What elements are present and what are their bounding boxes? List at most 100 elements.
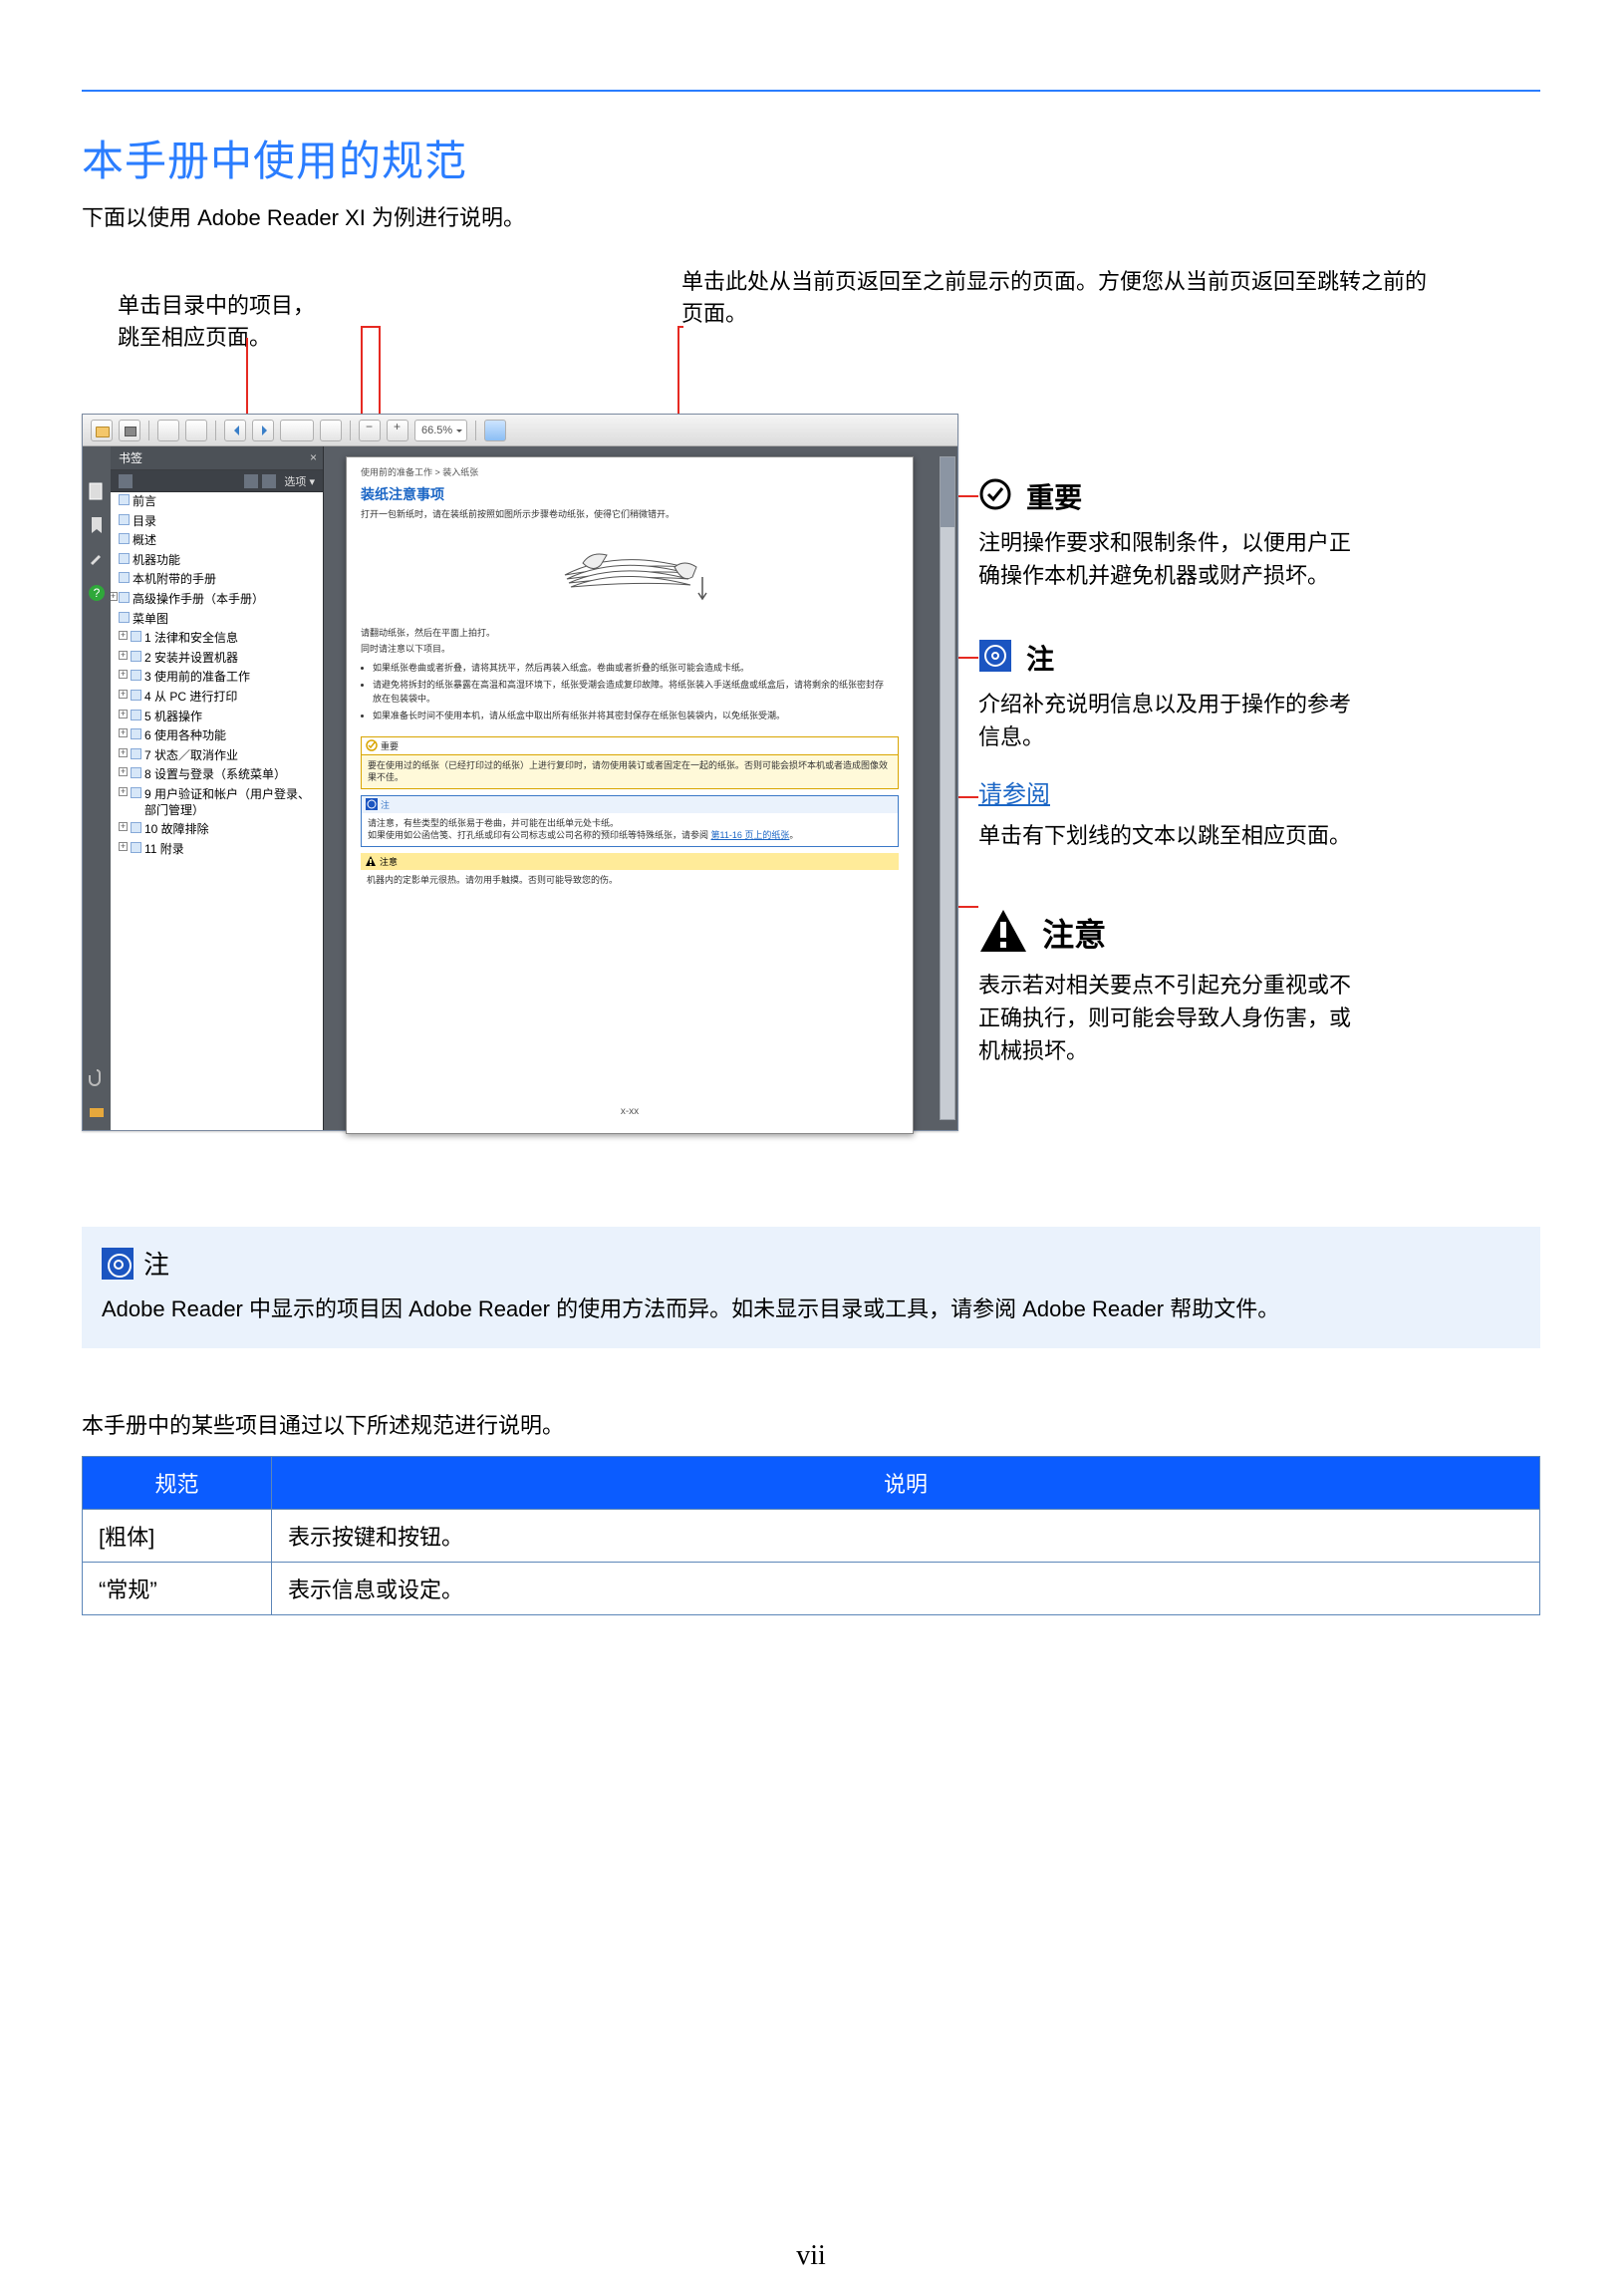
- bookmark-list: 前言目录概述机器功能本机附带的手册+高级操作手册（本手册）菜单图+1 法律和安全…: [111, 492, 323, 1130]
- page-para1: 请翻动纸张，然后在平面上拍打。: [347, 625, 913, 642]
- note-body-inline: 请注意，有些类型的纸张易于卷曲，并可能在出纸单元处卡纸。 如果使用如公函信笺、打…: [362, 813, 898, 846]
- page-note-box: 注 请注意，有些类型的纸张易于卷曲，并可能在出纸单元处卡纸。 如果使用如公函信笺…: [361, 795, 899, 847]
- bookmark-item[interactable]: +3 使用前的准备工作: [111, 668, 323, 688]
- refer-link[interactable]: 请参阅: [978, 781, 1050, 808]
- legend-refer-desc: 单击有下划线的文本以跳至相应页面。: [978, 819, 1357, 852]
- zoom-out-button[interactable]: −: [359, 420, 381, 441]
- note-label-inline: 注: [381, 798, 390, 811]
- reader-toolbar: − + 66.5%: [83, 415, 957, 446]
- svg-text:?: ?: [94, 586, 101, 600]
- zoom-in-button[interactable]: +: [387, 420, 408, 441]
- page-bullets: 如果纸张卷曲或者折叠，请将其抚平，然后再装入纸盒。卷曲或者折叠的纸张可能会造成卡…: [347, 658, 913, 730]
- signatures-icon[interactable]: [88, 550, 106, 568]
- bookmark-item[interactable]: +5 机器操作: [111, 708, 323, 727]
- bookmark-item[interactable]: +8 设置与登录（系统菜单）: [111, 765, 323, 785]
- bookmark-tool-icon[interactable]: [119, 474, 133, 488]
- warning-triangle-icon: [978, 908, 1028, 963]
- legend-important-desc: 注明操作要求和限制条件，以便用户正确操作本机并避免机器或财产损坏。: [978, 526, 1357, 592]
- page-important-box: 重要 要在使用过的纸张（已经打印过的纸张）上进行复印时，请勿使用装订或者固定在一…: [361, 736, 899, 789]
- bookmark-item[interactable]: 本机附带的手册: [111, 570, 323, 590]
- page-nav-button[interactable]: [320, 420, 342, 441]
- bookmark-item[interactable]: +7 状态／取消作业: [111, 746, 323, 766]
- paper-fan-figure: [545, 529, 714, 619]
- explanation-diagram: 单击目录中的项目， 跳至相应页面。 单击此处从当前页返回至之前显示的页面。方便您…: [82, 290, 1540, 1187]
- bookmarks-icon[interactable]: [88, 516, 106, 534]
- bookmark-item[interactable]: 机器功能: [111, 551, 323, 571]
- bookmark-item[interactable]: +2 安装并设置机器: [111, 649, 323, 669]
- bookmark-item[interactable]: +1 法律和安全信息: [111, 629, 323, 649]
- table-intro: 本手册中的某些项目通过以下所述规范进行说明。: [82, 1408, 1540, 1440]
- adobe-reader-window: − + 66.5% ? 书签 ×: [82, 414, 958, 1131]
- page-para2: 同时请注意以下项目。: [347, 641, 913, 658]
- tool-button[interactable]: [484, 420, 506, 441]
- bullet-item: 如果准备长时间不使用本机，请从纸盒中取出所有纸张并将其密封保存在纸张包装袋内，以…: [373, 710, 887, 723]
- open-file-button[interactable]: [91, 420, 113, 441]
- caution-body-inline: 机器内的定影单元很热。请勿用手触摸。否则可能导致您的伤。: [361, 870, 899, 891]
- bookmark-item[interactable]: +高级操作手册（本手册）: [111, 590, 323, 610]
- attachments-icon[interactable]: [88, 1068, 106, 1086]
- adobe-reader-note-box: 注 Adobe Reader 中显示的项目因 Adobe Reader 的使用方…: [82, 1227, 1540, 1348]
- table-cell: 表示信息或设定。: [272, 1563, 1540, 1615]
- share-icon[interactable]: [88, 1102, 106, 1120]
- note-section-text: Adobe Reader 中显示的项目因 Adobe Reader 的使用方法而…: [102, 1292, 1520, 1326]
- page-intro: 打开一包新纸时，请在装纸前按照如图所示步骤卷动纸张，使得它们稍微错开。: [347, 506, 913, 523]
- page-caution-box: 注意 机器内的定影单元很热。请勿用手触摸。否则可能导致您的伤。: [361, 853, 899, 891]
- refer-link-inline[interactable]: 第11-16 页上的纸张: [711, 830, 790, 840]
- pdf-page: 使用前的准备工作 > 装入纸张 装纸注意事项 打开一包新纸时，请在装纸前按照如图…: [346, 456, 914, 1134]
- bookmark-item[interactable]: 目录: [111, 512, 323, 532]
- bookmark-panel: 书签 × 选项 ▾ 前言目录概述机器功能本机附带的手册+高级操作手册（本手册）菜…: [111, 446, 324, 1130]
- print-button[interactable]: [119, 420, 140, 441]
- bookmark-item[interactable]: +10 故障排除: [111, 820, 323, 840]
- bookmark-item[interactable]: 概述: [111, 531, 323, 551]
- new-bookmark-icon[interactable]: [244, 474, 258, 488]
- prev-view-button[interactable]: [224, 420, 246, 441]
- help-icon[interactable]: ?: [88, 584, 106, 602]
- page-field[interactable]: [280, 420, 314, 441]
- conventions-table: 规范 说明 [粗体] 表示按键和按钮。 “常规” 表示信息或设定。: [82, 1456, 1540, 1615]
- bookmark-item[interactable]: +9 用户验证和帐户（用户登录、部门管理）: [111, 785, 323, 820]
- legend-note-label: 注: [1026, 640, 1054, 681]
- checkmark-circle-icon: [366, 739, 378, 751]
- bullet-item: 如果纸张卷曲或者折叠，请将其抚平，然后再装入纸盒。卷曲或者折叠的纸张可能会造成卡…: [373, 662, 887, 676]
- delete-bookmark-icon[interactable]: [262, 474, 276, 488]
- note-square-icon: [102, 1248, 134, 1280]
- zoom-level[interactable]: 66.5%: [414, 420, 467, 441]
- important-label-inline: 重要: [381, 739, 399, 752]
- page-thumbnails-icon[interactable]: [88, 482, 106, 500]
- checkmark-circle-icon: [978, 477, 1012, 520]
- page-heading: 装纸注意事项: [347, 478, 913, 506]
- legend-caution-label: 注意: [1042, 912, 1106, 958]
- left-toolstrip: ?: [83, 446, 111, 1130]
- caution-label-inline: 注意: [380, 855, 398, 868]
- bullet-item: 请避免将拆封的纸张暴露在高温和高湿环境下，纸张受潮会造成复印故障。将纸张装入手送…: [373, 679, 887, 707]
- note-square-icon: [366, 798, 378, 810]
- page-number-ref: x-xx: [347, 1106, 913, 1117]
- note-square-icon: [978, 639, 1012, 682]
- email-button[interactable]: [157, 420, 179, 441]
- table-row: [粗体] 表示按键和按钮。: [83, 1510, 1540, 1563]
- bookmark-panel-title: 书签: [119, 449, 142, 466]
- close-icon[interactable]: ×: [310, 450, 317, 464]
- important-body-inline: 要在使用过的纸张（已经打印过的纸张）上进行复印时，请勿使用装订或者固定在一起的纸…: [362, 755, 898, 788]
- note-section-label: 注: [143, 1245, 169, 1282]
- table-cell: [粗体]: [83, 1510, 272, 1563]
- callout-toc-click: 单击目录中的项目， 跳至相应页面。: [118, 290, 387, 354]
- page-title: 本手册中使用的规范: [82, 128, 1540, 188]
- scrollbar[interactable]: [940, 456, 955, 1120]
- bookmark-item[interactable]: +6 使用各种功能: [111, 726, 323, 746]
- next-view-button[interactable]: [252, 420, 274, 441]
- bookmark-item[interactable]: 前言: [111, 492, 323, 512]
- bookmark-item[interactable]: 菜单图: [111, 610, 323, 630]
- table-header: 规范: [83, 1457, 272, 1510]
- table-row: “常规” 表示信息或设定。: [83, 1563, 1540, 1615]
- table-header: 说明: [272, 1457, 1540, 1510]
- page-thumb-button[interactable]: [185, 420, 207, 441]
- bookmark-options-label[interactable]: 选项 ▾: [284, 473, 315, 489]
- legend-caution-desc: 表示若对相关要点不引起充分重视或不正确执行，则可能会导致人身伤害，或机械损坏。: [978, 969, 1357, 1067]
- bookmark-item[interactable]: +11 附录: [111, 840, 323, 860]
- legend-note-desc: 介绍补充说明信息以及用于操作的参考信息。: [978, 688, 1357, 753]
- table-cell: 表示按键和按钮。: [272, 1510, 1540, 1563]
- bookmark-item[interactable]: +4 从 PC 进行打印: [111, 688, 323, 708]
- legend-important-label: 重要: [1026, 478, 1082, 519]
- table-cell: “常规”: [83, 1563, 272, 1615]
